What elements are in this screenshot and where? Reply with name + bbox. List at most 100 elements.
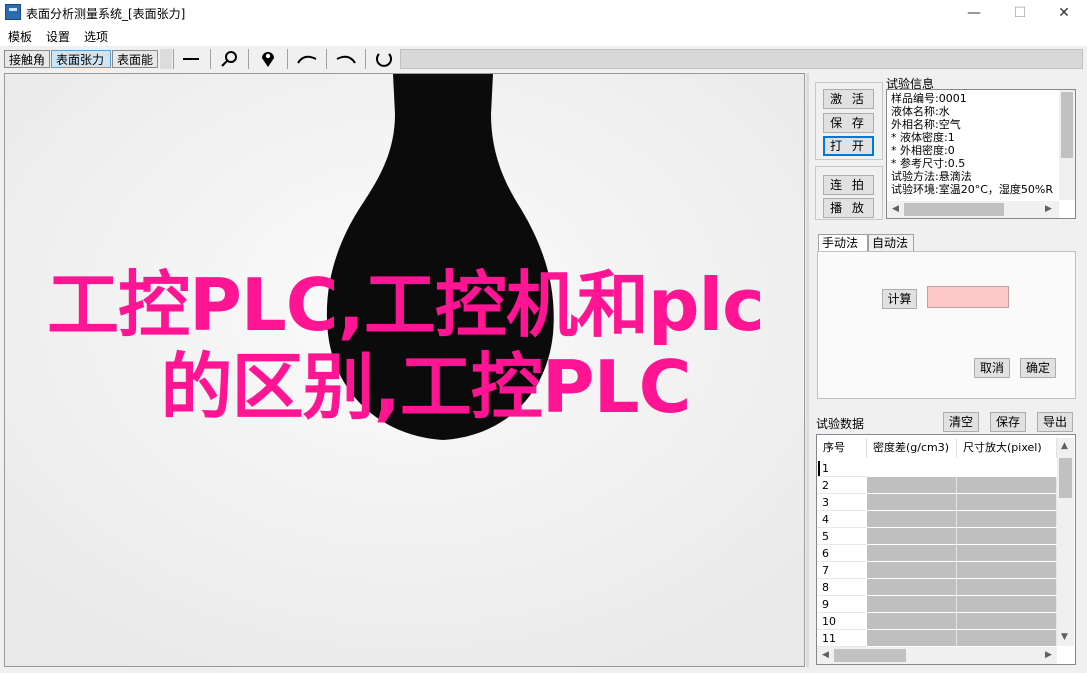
- tab-manual-method[interactable]: 手动法: [818, 234, 868, 252]
- toolbar-separator: [326, 49, 327, 69]
- row-index: 3: [817, 494, 867, 511]
- tab-surface-energy[interactable]: 表面能: [112, 50, 158, 68]
- table-row[interactable]: 6: [817, 545, 1057, 562]
- density-cell[interactable]: [867, 494, 957, 510]
- scroll-up-icon[interactable]: ▲: [1061, 441, 1068, 451]
- table-row[interactable]: 5: [817, 528, 1057, 545]
- row-index: 11: [817, 630, 867, 647]
- toolbar-grip: [160, 49, 172, 69]
- location-pin-icon[interactable]: [254, 49, 282, 69]
- tab-contact-angle[interactable]: 接触角: [4, 50, 50, 68]
- table-row[interactable]: 8: [817, 579, 1057, 596]
- table-row[interactable]: 9: [817, 596, 1057, 613]
- info-line: 外相名称:空气: [891, 118, 961, 131]
- cancel-button[interactable]: 取消: [974, 358, 1010, 378]
- magnification-cell[interactable]: [957, 528, 1057, 544]
- density-cell[interactable]: [867, 562, 957, 578]
- tab-surface-tension[interactable]: 表面张力: [51, 50, 111, 68]
- info-line: * 外相密度:0: [891, 144, 955, 157]
- row-index: 6: [817, 545, 867, 562]
- magnification-cell[interactable]: [957, 579, 1057, 595]
- test-info-textbox[interactable]: 样品编号:0001 液体名称:水 外相名称:空气 * 液体密度:1 * 外相密度…: [886, 89, 1076, 219]
- table-scroll-thumb[interactable]: [1059, 458, 1072, 498]
- line-tool-icon[interactable]: [177, 49, 205, 69]
- table-row[interactable]: 11: [817, 630, 1057, 647]
- density-cell[interactable]: [867, 579, 957, 595]
- info-line: * 参考尺寸:0.5: [891, 157, 966, 170]
- magnification-cell[interactable]: [957, 545, 1057, 561]
- scroll-right-icon[interactable]: ▶: [1045, 650, 1052, 660]
- watermark-text: 工控PLC,工控机和plc 的区别,工控PLC: [5, 264, 804, 428]
- scroll-left-icon[interactable]: ◀: [822, 650, 829, 660]
- row-index: 9: [817, 596, 867, 613]
- table-row[interactable]: 2: [817, 477, 1057, 494]
- activate-button[interactable]: 激 活: [823, 89, 874, 109]
- toolbar-separator: [210, 49, 211, 69]
- table-row[interactable]: 3: [817, 494, 1057, 511]
- arc-right-icon[interactable]: [332, 49, 360, 69]
- clear-data-button[interactable]: 清空: [943, 412, 979, 432]
- row-index: 4: [817, 511, 867, 528]
- image-viewport[interactable]: 工控PLC,工控机和plc 的区别,工控PLC: [4, 73, 805, 667]
- menu-bar: [0, 26, 1087, 46]
- close-button[interactable]: ✕: [1041, 0, 1087, 26]
- row-index: 1: [817, 460, 867, 477]
- minimize-button[interactable]: —: [951, 0, 997, 26]
- row-cursor: [818, 461, 820, 476]
- magnification-cell[interactable]: [957, 630, 1057, 646]
- table-row[interactable]: 4: [817, 511, 1057, 528]
- save-data-button[interactable]: 保存: [990, 412, 1026, 432]
- export-data-button[interactable]: 导出: [1037, 412, 1073, 432]
- arc-left-icon[interactable]: [293, 49, 321, 69]
- row-cells[interactable]: [867, 460, 1057, 476]
- image-scrollbar[interactable]: [806, 73, 809, 667]
- window-title: 表面分析测量系统_[表面张力]: [26, 7, 186, 21]
- info-hscroll-thumb[interactable]: [904, 203, 1004, 216]
- info-line: 试验环境:室温20°C，湿度50%R: [891, 183, 1053, 196]
- magnification-cell[interactable]: [957, 613, 1057, 629]
- column-header-magnification[interactable]: 尺寸放大(pixel): [957, 438, 1057, 458]
- row-index: 8: [817, 579, 867, 596]
- menu-template[interactable]: 模板: [8, 28, 32, 45]
- table-row[interactable]: 1: [817, 460, 1057, 477]
- density-cell[interactable]: [867, 528, 957, 544]
- magnification-cell[interactable]: [957, 494, 1057, 510]
- open-image-button[interactable]: 打 开: [823, 136, 874, 156]
- play-button[interactable]: 播 放: [823, 198, 874, 218]
- density-cell[interactable]: [867, 630, 957, 646]
- density-cell[interactable]: [867, 596, 957, 612]
- column-header-density[interactable]: 密度差(g/cm3): [867, 438, 957, 458]
- magnification-cell[interactable]: [957, 562, 1057, 578]
- result-input[interactable]: [927, 286, 1009, 308]
- scroll-left-icon[interactable]: ◀: [892, 204, 899, 214]
- tab-auto-method[interactable]: 自动法: [868, 234, 914, 252]
- magnification-cell[interactable]: [957, 596, 1057, 612]
- table-hscroll-thumb[interactable]: [834, 649, 906, 662]
- magnification-cell[interactable]: [957, 477, 1057, 493]
- row-index: 2: [817, 477, 867, 494]
- toolbar-separator: [365, 49, 366, 69]
- magnification-cell[interactable]: [957, 511, 1057, 527]
- table-row[interactable]: 10: [817, 613, 1057, 630]
- menu-options[interactable]: 选项: [84, 28, 108, 45]
- density-cell[interactable]: [867, 613, 957, 629]
- info-scroll-thumb[interactable]: [1061, 92, 1073, 158]
- column-header-index[interactable]: 序号: [817, 438, 867, 458]
- zoom-icon[interactable]: [215, 49, 243, 69]
- menu-settings[interactable]: 设置: [46, 28, 70, 45]
- density-cell[interactable]: [867, 545, 957, 561]
- info-line: * 液体密度:1: [891, 131, 955, 144]
- maximize-button[interactable]: ☐: [997, 0, 1043, 26]
- density-cell[interactable]: [867, 511, 957, 527]
- save-image-button[interactable]: 保 存: [823, 113, 874, 133]
- scroll-down-icon[interactable]: ▼: [1061, 632, 1068, 642]
- calculate-button[interactable]: 计算: [882, 289, 917, 309]
- confirm-button[interactable]: 确定: [1020, 358, 1056, 378]
- info-line: 试验方法:悬滴法: [891, 170, 972, 183]
- app-icon: [5, 4, 21, 20]
- table-row[interactable]: 7: [817, 562, 1057, 579]
- rotate-icon[interactable]: [371, 49, 397, 69]
- density-cell[interactable]: [867, 477, 957, 493]
- scroll-right-icon[interactable]: ▶: [1045, 204, 1052, 214]
- burst-capture-button[interactable]: 连 拍: [823, 175, 874, 195]
